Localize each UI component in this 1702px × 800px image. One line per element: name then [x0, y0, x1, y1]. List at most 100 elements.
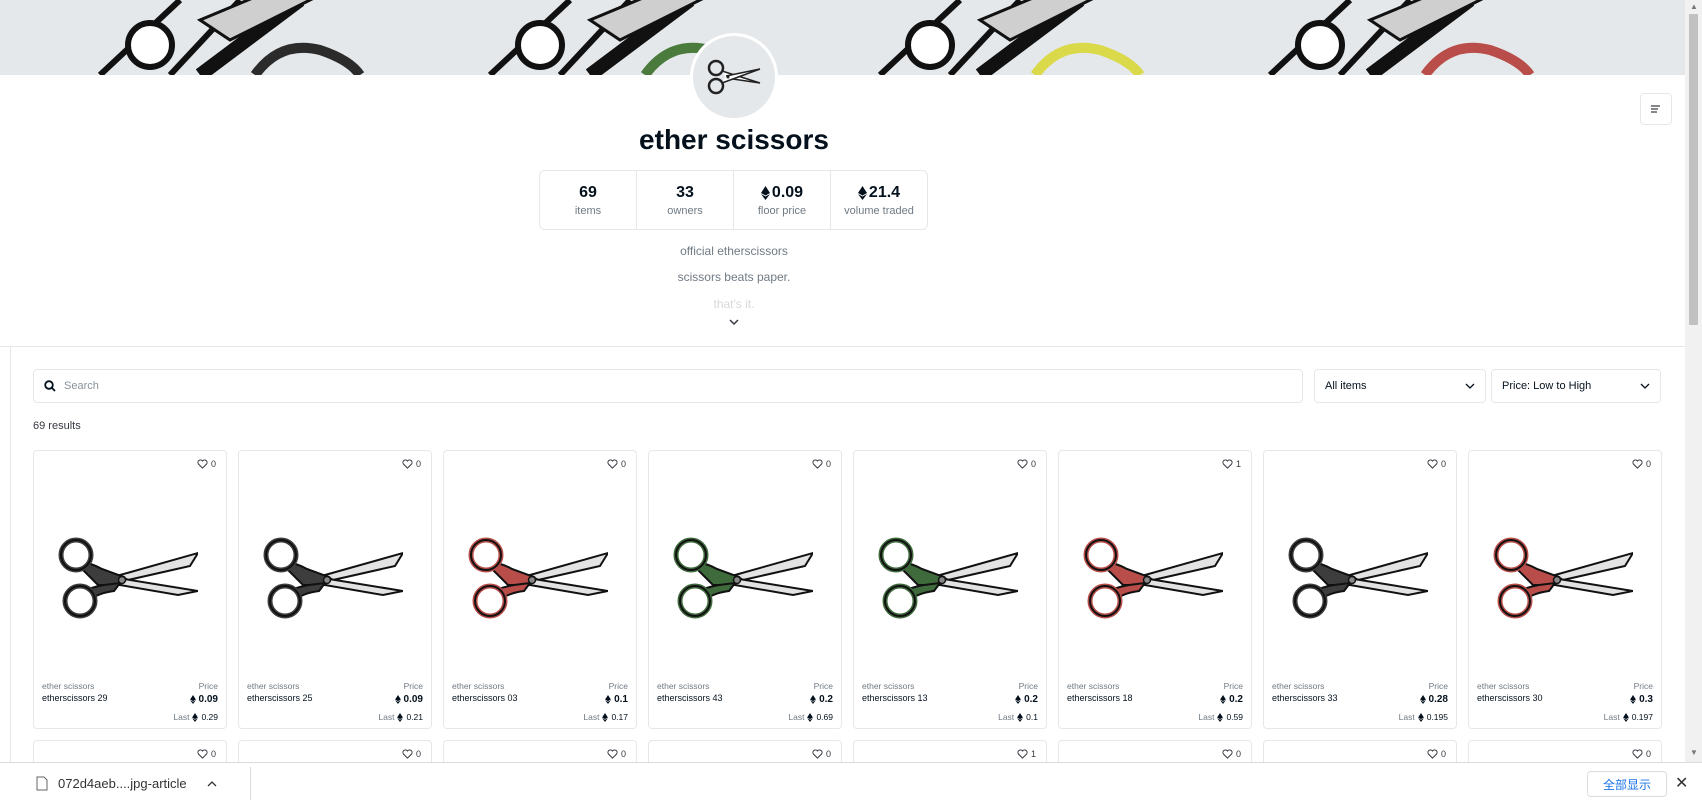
card-price: 0.09	[394, 694, 423, 705]
ethereum-icon	[1017, 712, 1024, 722]
favorite-button[interactable]: 1	[1222, 459, 1241, 469]
collection-description-line: scissors beats paper.	[677, 270, 791, 284]
card-last-label: Last	[583, 712, 600, 722]
show-all-downloads-button[interactable]: 全部显示	[1587, 771, 1667, 797]
card-price-label: Price	[403, 681, 423, 691]
favorite-button[interactable]: 0	[607, 749, 626, 759]
favorite-count: 0	[1645, 749, 1651, 759]
nft-card[interactable]: 0 ether scissors etherscissors 25 Price 0.09…	[238, 450, 432, 729]
expand-description-chevron-down-icon[interactable]	[728, 318, 740, 326]
nft-card[interactable]: 0 ether scissors etherscissors 43 Price 0.2 L…	[648, 450, 842, 729]
heart-icon	[197, 749, 208, 759]
nft-card[interactable]: 1 ether scissors etherscissors 18 Price 0.2 L…	[1058, 450, 1252, 729]
heart-icon	[1632, 749, 1643, 759]
search-bar[interactable]	[33, 369, 1303, 403]
scroll-down-arrow-icon[interactable]: ▼	[1690, 748, 1698, 757]
sort-select[interactable]: Price: Low to High	[1491, 369, 1661, 403]
card-item-name: etherscissors 29	[42, 693, 108, 703]
card-last-label: Last	[998, 712, 1015, 722]
heart-icon	[1017, 459, 1028, 469]
ethereum-icon	[1622, 712, 1629, 722]
favorite-button[interactable]: 0	[1427, 749, 1446, 759]
favorite-button[interactable]: 0	[1427, 459, 1446, 469]
card-price-label: Price	[1223, 681, 1243, 691]
section-divider	[0, 346, 1685, 347]
favorite-button[interactable]: 0	[197, 749, 216, 759]
stat-floor-price[interactable]: 0.09 floor price	[734, 171, 831, 229]
favorite-button[interactable]: 1	[1017, 749, 1036, 759]
nft-card[interactable]: 0 ether scissors etherscissors 13 Price 0.2 L…	[853, 450, 1047, 729]
card-last-sale: Last 0.69	[788, 712, 833, 722]
heart-icon	[1427, 749, 1438, 759]
collection-avatar	[690, 33, 778, 121]
card-last-label: Last	[1603, 712, 1620, 722]
card-collection-name: ether scissors	[42, 681, 95, 691]
stat-volume-traded[interactable]: 21.4 volume traded	[831, 171, 927, 229]
card-item-name: etherscissors 13	[862, 693, 928, 703]
download-filename: 072d4aeb....jpg-article	[58, 776, 187, 791]
favorite-button[interactable]: 0	[607, 459, 626, 469]
favorite-button[interactable]: 0	[402, 749, 421, 759]
card-item-name: etherscissors 33	[1272, 693, 1338, 703]
favorite-button[interactable]: 0	[1017, 459, 1036, 469]
page-scrollbar[interactable]: ▲ ▼	[1685, 0, 1702, 762]
favorite-button[interactable]: 0	[812, 749, 831, 759]
favorite-count: 0	[415, 749, 421, 759]
stat-label: items	[574, 204, 602, 217]
card-collection-name: ether scissors	[247, 681, 300, 691]
card-price: 0.3	[1630, 694, 1653, 705]
favorite-count: 0	[1235, 749, 1241, 759]
favorite-count: 0	[210, 749, 216, 759]
nft-card[interactable]: 0 ether scissors etherscissors 29 Price 0.09…	[33, 450, 227, 729]
favorite-count: 0	[1030, 459, 1036, 469]
card-last-sale: Last 0.21	[378, 712, 423, 722]
download-item[interactable]: 072d4aeb....jpg-article	[20, 767, 251, 800]
card-item-name: etherscissors 18	[1067, 693, 1133, 703]
favorite-button[interactable]: 0	[812, 459, 831, 469]
card-price: 0.1	[605, 694, 628, 705]
favorite-count: 0	[1440, 459, 1446, 469]
scroll-up-arrow-icon[interactable]: ▲	[1690, 2, 1698, 11]
collection-description-line: that's it.	[713, 297, 755, 311]
filter-sidebar-collapsed[interactable]	[0, 347, 11, 762]
stat-items[interactable]: 69 items	[540, 171, 637, 229]
card-price: 0.2	[1220, 694, 1243, 705]
stat-value: 21.4	[868, 183, 901, 201]
card-price-label: Price	[198, 681, 218, 691]
card-price: 0.28	[1419, 694, 1448, 705]
collection-stats: 69 items 33 owners 0.09 floor price 21.4…	[539, 170, 928, 230]
items-filter-value: All items	[1325, 380, 1367, 392]
ethereum-icon	[1220, 695, 1226, 704]
card-price: 0.2	[1015, 694, 1038, 705]
search-input[interactable]	[64, 380, 1264, 392]
ethereum-icon	[857, 185, 867, 200]
nft-card[interactable]: 0 ether scissors etherscissors 03 Price 0.1 L…	[443, 450, 637, 729]
collection-menu-button[interactable]	[1640, 93, 1672, 125]
items-filter-select[interactable]: All items	[1314, 369, 1486, 403]
scissors-artwork	[1288, 537, 1428, 619]
card-last-value: 0.29	[201, 712, 218, 722]
scrollbar-thumb[interactable]	[1689, 14, 1698, 325]
favorite-button[interactable]: 0	[1222, 749, 1241, 759]
favorite-button[interactable]: 0	[1632, 459, 1651, 469]
banner-scissors-pattern	[97, 0, 1535, 75]
card-collection-name: ether scissors	[657, 681, 710, 691]
close-icon[interactable]: ✕	[1675, 773, 1688, 793]
nft-card[interactable]: 0 ether scissors etherscissors 30 Price 0.3 L…	[1468, 450, 1662, 729]
card-last-sale: Last 0.195	[1399, 712, 1448, 722]
heart-icon	[1632, 459, 1643, 469]
card-last-label: Last	[173, 712, 190, 722]
favorite-button[interactable]: 0	[197, 459, 216, 469]
stat-owners[interactable]: 33 owners	[637, 171, 734, 229]
heart-icon	[402, 749, 413, 759]
card-last-value: 0.69	[816, 712, 833, 722]
chevron-up-icon[interactable]	[207, 780, 217, 787]
favorite-button[interactable]: 0	[1632, 749, 1651, 759]
ethereum-icon	[192, 712, 199, 722]
card-item-name: etherscissors 25	[247, 693, 313, 703]
nft-card[interactable]: 0 ether scissors etherscissors 33 Price 0.28…	[1263, 450, 1457, 729]
ethereum-icon	[1419, 695, 1426, 704]
heart-icon	[1222, 459, 1233, 469]
card-price-value: 0.2	[819, 694, 833, 705]
favorite-button[interactable]: 0	[402, 459, 421, 469]
